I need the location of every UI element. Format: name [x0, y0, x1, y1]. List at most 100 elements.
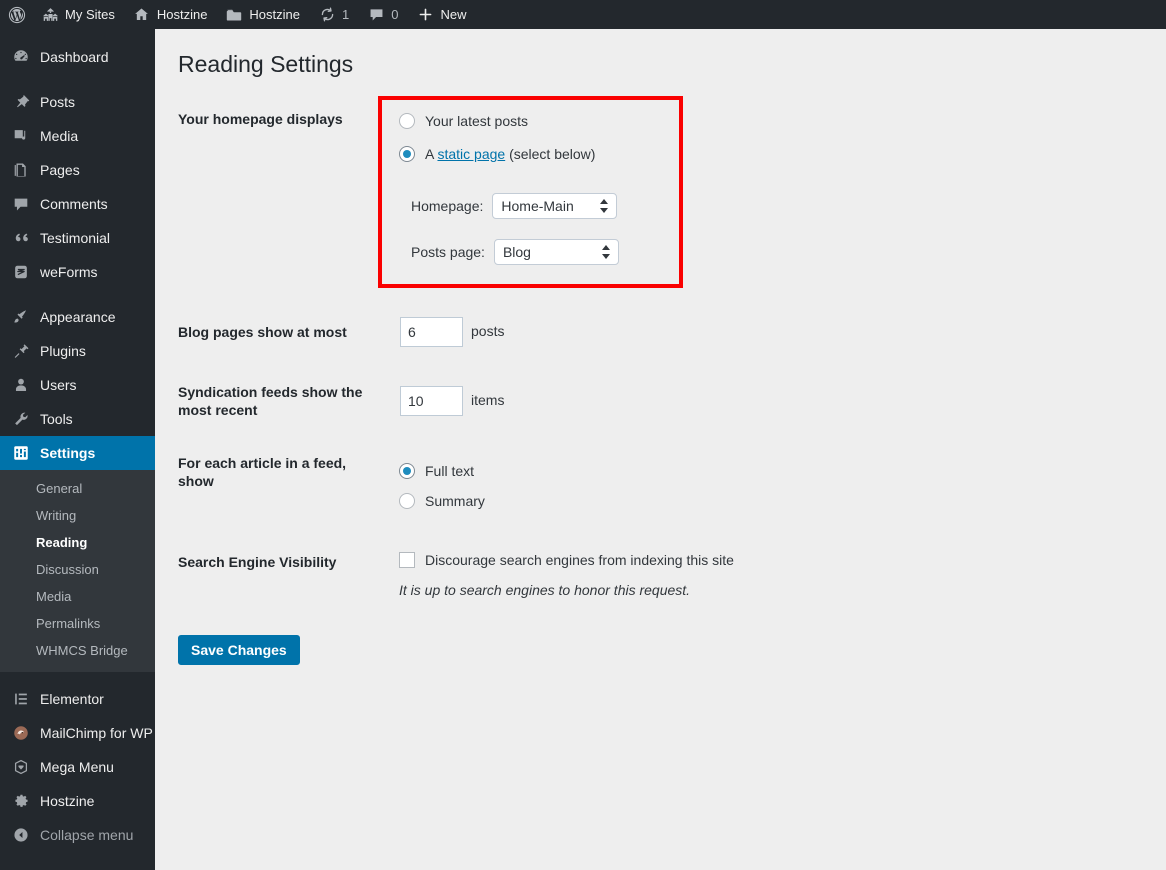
sidebar-item-label: Posts: [40, 85, 75, 119]
menu-spacer-top: [0, 29, 155, 40]
submenu-item-general[interactable]: General: [0, 475, 155, 502]
sidebar-item-label: Plugins: [40, 334, 86, 368]
comment-bubble-icon: [367, 6, 385, 24]
radio-summary-input[interactable]: [399, 493, 415, 509]
radio-static-page[interactable]: A static page (select below): [399, 146, 595, 162]
submenu-item-whmcs-bridge[interactable]: WHMCS Bridge: [0, 637, 155, 664]
sidebar-item-label: Collapse menu: [40, 818, 133, 852]
discourage-search-engines-option[interactable]: Discourage search engines from indexing …: [399, 552, 734, 568]
update-icon: [318, 6, 336, 24]
sidebar-item-label: Dashboard: [40, 40, 109, 74]
discourage-search-engines-checkbox[interactable]: [399, 552, 415, 568]
sidebar-item-users[interactable]: Users: [0, 368, 155, 402]
save-changes-button[interactable]: Save Changes: [178, 635, 300, 665]
comments-button[interactable]: 0: [358, 0, 407, 29]
quote-icon: [11, 228, 31, 248]
submenu-item-discussion[interactable]: Discussion: [0, 556, 155, 583]
weforms-icon: [11, 262, 31, 282]
radio-latest-posts[interactable]: Your latest posts: [399, 113, 528, 129]
radio-summary[interactable]: Summary: [399, 493, 485, 509]
sidebar-item-label: Users: [40, 368, 77, 402]
wordpress-logo-button[interactable]: [0, 0, 32, 29]
main-content: Reading Settings Your homepage displays …: [155, 29, 1166, 870]
sidebar-item-pages[interactable]: Pages: [0, 153, 155, 187]
my-sites-menu[interactable]: My Sites: [32, 0, 124, 29]
syndication-unit: items: [471, 392, 504, 408]
sidebar-item-label: Media: [40, 119, 78, 153]
menu-spacer-1: [0, 74, 155, 85]
search-visibility-description: It is up to search engines to honor this…: [399, 582, 690, 598]
sidebar-item-comments[interactable]: Comments: [0, 187, 155, 221]
homepage-select-label: Homepage:: [411, 198, 483, 214]
stepper-arrows-icon: [602, 244, 611, 260]
posts-page-select[interactable]: Blog: [494, 239, 619, 265]
sidebar-item-label: Elementor: [40, 682, 104, 716]
settings-submenu: General Writing Reading Discussion Media…: [0, 470, 155, 672]
updates-button[interactable]: 1: [309, 0, 358, 29]
sites-icon: [41, 6, 59, 24]
sidebar-item-label: Testimonial: [40, 221, 110, 255]
submenu-item-reading[interactable]: Reading: [0, 529, 155, 556]
radio-full-text[interactable]: Full text: [399, 463, 474, 479]
briefcase-icon: [225, 6, 243, 24]
sidebar-item-appearance[interactable]: Appearance: [0, 300, 155, 334]
blog-pages-unit: posts: [471, 323, 504, 339]
discourage-search-engines-label: Discourage search engines from indexing …: [425, 552, 734, 568]
blog-pages-label: Blog pages show at most: [178, 323, 388, 341]
pin-icon: [11, 92, 31, 112]
radio-static-prefix: A: [425, 146, 437, 162]
radio-full-text-input[interactable]: [399, 463, 415, 479]
posts-page-select-row: Posts page: Blog: [411, 239, 619, 265]
radio-latest-posts-input[interactable]: [399, 113, 415, 129]
sidebar-item-dashboard[interactable]: Dashboard: [0, 40, 155, 74]
sidebar-item-elementor[interactable]: Elementor: [0, 682, 155, 716]
syndication-input[interactable]: [400, 386, 463, 416]
sidebar-item-posts[interactable]: Posts: [0, 85, 155, 119]
pages-icon: [11, 160, 31, 180]
sidebar-item-label: Mega Menu: [40, 750, 114, 784]
sidebar-item-label: Appearance: [40, 300, 116, 334]
sidebar-item-tools[interactable]: Tools: [0, 402, 155, 436]
admin-bar: My Sites Hostzine Hostzine 1: [0, 0, 1166, 29]
sidebar-item-mega-menu[interactable]: Mega Menu: [0, 750, 155, 784]
sidebar-item-plugins[interactable]: Plugins: [0, 334, 155, 368]
wrench-icon: [11, 409, 31, 429]
comment-bubble-icon: [11, 194, 31, 214]
submenu-item-writing[interactable]: Writing: [0, 502, 155, 529]
radio-summary-label: Summary: [425, 493, 485, 509]
sidebar-item-label: Settings: [40, 436, 95, 470]
collapse-menu-button[interactable]: Collapse menu: [0, 818, 155, 852]
homepage-displays-label: Your homepage displays: [178, 110, 378, 128]
radio-static-page-input[interactable]: [399, 146, 415, 162]
new-content-label: New: [440, 7, 466, 22]
submenu-item-permalinks[interactable]: Permalinks: [0, 610, 155, 637]
sidebar-item-hostzine[interactable]: Hostzine: [0, 784, 155, 818]
search-visibility-label: Search Engine Visibility: [178, 553, 383, 571]
posts-page-select-value: Blog: [495, 240, 618, 264]
comments-count: 0: [391, 7, 398, 22]
sidebar-item-testimonial[interactable]: Testimonial: [0, 221, 155, 255]
submenu-item-media[interactable]: Media: [0, 583, 155, 610]
collapse-arrow-icon: [11, 825, 31, 845]
paintbrush-icon: [11, 307, 31, 327]
user-icon: [11, 375, 31, 395]
sidebar-item-label: Tools: [40, 402, 73, 436]
portfolio-menu[interactable]: Hostzine: [216, 0, 309, 29]
sidebar-item-settings[interactable]: Settings: [0, 436, 155, 470]
site-name-menu[interactable]: Hostzine: [124, 0, 217, 29]
site-name-label: Hostzine: [157, 7, 208, 22]
static-page-link[interactable]: static page: [437, 146, 505, 162]
sidebar-item-media[interactable]: Media: [0, 119, 155, 153]
new-content-button[interactable]: New: [407, 0, 475, 29]
my-sites-label: My Sites: [65, 7, 115, 22]
menu-spacer-3: [0, 672, 155, 682]
sidebar-item-label: Pages: [40, 153, 80, 187]
syndication-label: Syndication feeds show the most recent: [178, 383, 383, 419]
blog-pages-input[interactable]: [400, 317, 463, 347]
sidebar-item-mailchimp[interactable]: MailChimp for WP: [0, 716, 155, 750]
updates-count: 1: [342, 7, 349, 22]
dashboard-icon: [11, 47, 31, 67]
page-title: Reading Settings: [155, 29, 1166, 91]
homepage-select[interactable]: Home-Main: [492, 193, 617, 219]
sidebar-item-weforms[interactable]: weForms: [0, 255, 155, 289]
